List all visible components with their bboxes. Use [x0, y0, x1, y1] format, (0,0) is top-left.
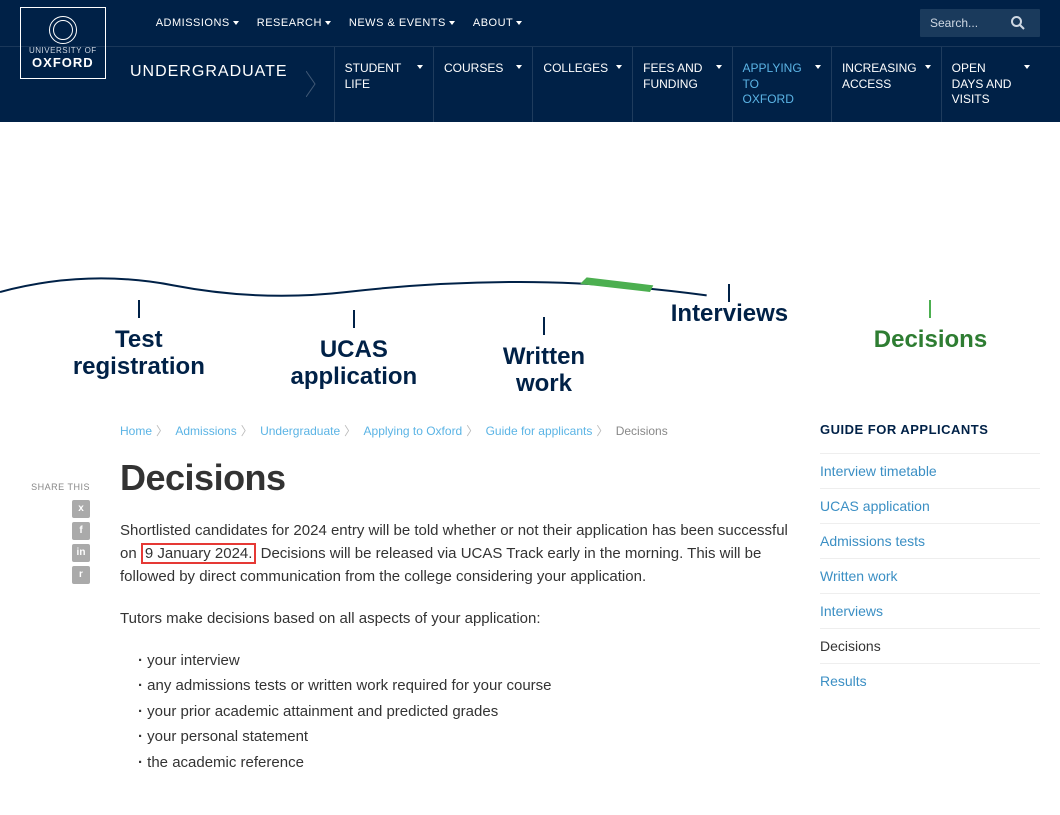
- caret-icon: [417, 65, 423, 69]
- caret-icon: [325, 21, 331, 25]
- crumb-home[interactable]: Home: [120, 424, 152, 438]
- topnav-about[interactable]: ABOUT: [473, 17, 522, 29]
- timeline-written-work[interactable]: Writtenwork: [503, 317, 585, 392]
- caret-icon: [925, 65, 931, 69]
- share-facebook-icon[interactable]: f: [72, 522, 90, 540]
- timeline-interviews[interactable]: Interviews: [671, 284, 788, 392]
- timeline-decisions[interactable]: Decisions: [874, 300, 987, 392]
- timeline-ucas[interactable]: UCASapplication: [291, 310, 418, 392]
- nav-opendays[interactable]: OPEN DAYS AND VISITS: [941, 47, 1040, 122]
- search-input[interactable]: [930, 16, 1010, 30]
- nav-applying[interactable]: APPLYING TO OXFORD: [732, 47, 831, 122]
- crumb-applying[interactable]: Applying to Oxford: [364, 424, 463, 438]
- main-nav: STUDENT LIFE COURSES COLLEGES FEES AND F…: [334, 47, 1040, 122]
- topnav-research[interactable]: RESEARCH: [257, 17, 331, 29]
- top-nav: ADMISSIONS RESEARCH NEWS & EVENTS ABOUT: [156, 17, 920, 29]
- caret-icon: [716, 65, 722, 69]
- caret-icon: [516, 65, 522, 69]
- crest-icon: [49, 16, 77, 44]
- crumb-admissions[interactable]: Admissions: [175, 424, 236, 438]
- nav-courses[interactable]: COURSES: [433, 47, 532, 122]
- sidebar-decisions: Decisions: [820, 628, 1040, 663]
- sidebar-ucas[interactable]: UCAS application: [820, 488, 1040, 523]
- hero-timeline: Testregistration UCASapplication Written…: [0, 122, 1060, 392]
- breadcrumb: Home〉 Admissions〉 Undergraduate〉 Applyin…: [120, 422, 790, 439]
- nav-fees[interactable]: FEES AND FUNDING: [632, 47, 731, 122]
- list-item: any admissions tests or written work req…: [138, 673, 790, 699]
- intro-paragraph: Shortlisted candidates for 2024 entry wi…: [120, 519, 790, 589]
- caret-icon: [449, 21, 455, 25]
- nav-colleges[interactable]: COLLEGES: [532, 47, 632, 122]
- sidebar-interview-timetable[interactable]: Interview timetable: [820, 453, 1040, 488]
- decision-date-highlight: 9 January 2024.: [141, 543, 257, 564]
- sidebar-interviews[interactable]: Interviews: [820, 593, 1040, 628]
- logo-line2: OXFORD: [32, 55, 94, 70]
- crumb-guide[interactable]: Guide for applicants: [486, 424, 593, 438]
- caret-icon: [815, 65, 821, 69]
- criteria-list: your interview any admissions tests or w…: [138, 648, 790, 776]
- share-reddit-icon[interactable]: r: [72, 566, 90, 584]
- search-box[interactable]: [920, 9, 1040, 37]
- nav-separator: [306, 47, 316, 122]
- logo-line1: UNIVERSITY OF: [29, 46, 97, 55]
- caret-icon: [1024, 65, 1030, 69]
- nav-access[interactable]: INCREASING ACCESS: [831, 47, 941, 122]
- topnav-admissions[interactable]: ADMISSIONS: [156, 17, 239, 29]
- caret-icon: [233, 21, 239, 25]
- page-title: Decisions: [120, 457, 790, 499]
- section-title[interactable]: UNDERGRADUATE: [130, 47, 288, 122]
- sidebar-title: GUIDE FOR APPLICANTS: [820, 422, 1040, 437]
- topnav-news[interactable]: NEWS & EVENTS: [349, 17, 455, 29]
- site-header: UNIVERSITY OF OXFORD ADMISSIONS RESEARCH…: [0, 0, 1060, 122]
- share-x-icon[interactable]: x: [72, 500, 90, 518]
- main-content: Home〉 Admissions〉 Undergraduate〉 Applyin…: [120, 422, 790, 776]
- sidebar-admissions-tests[interactable]: Admissions tests: [820, 523, 1040, 558]
- sidebar: GUIDE FOR APPLICANTS Interview timetable…: [820, 422, 1040, 776]
- caret-icon: [616, 65, 622, 69]
- list-item: the academic reference: [138, 750, 790, 776]
- caret-icon: [516, 21, 522, 25]
- oxford-logo[interactable]: UNIVERSITY OF OXFORD: [20, 7, 106, 79]
- share-linkedin-icon[interactable]: in: [72, 544, 90, 562]
- list-item: your interview: [138, 648, 790, 674]
- timeline-test-registration[interactable]: Testregistration: [73, 300, 205, 392]
- search-icon[interactable]: [1010, 15, 1026, 31]
- crumb-current: Decisions: [616, 424, 668, 438]
- share-column: SHARE THIS x f in r: [20, 422, 90, 776]
- list-item: your personal statement: [138, 724, 790, 750]
- nav-student-life[interactable]: STUDENT LIFE: [334, 47, 433, 122]
- sidebar-written-work[interactable]: Written work: [820, 558, 1040, 593]
- share-title: SHARE THIS: [20, 482, 90, 492]
- criteria-intro: Tutors make decisions based on all aspec…: [120, 607, 790, 630]
- list-item: your prior academic attainment and predi…: [138, 699, 790, 725]
- sidebar-results[interactable]: Results: [820, 663, 1040, 698]
- crumb-undergraduate[interactable]: Undergraduate: [260, 424, 340, 438]
